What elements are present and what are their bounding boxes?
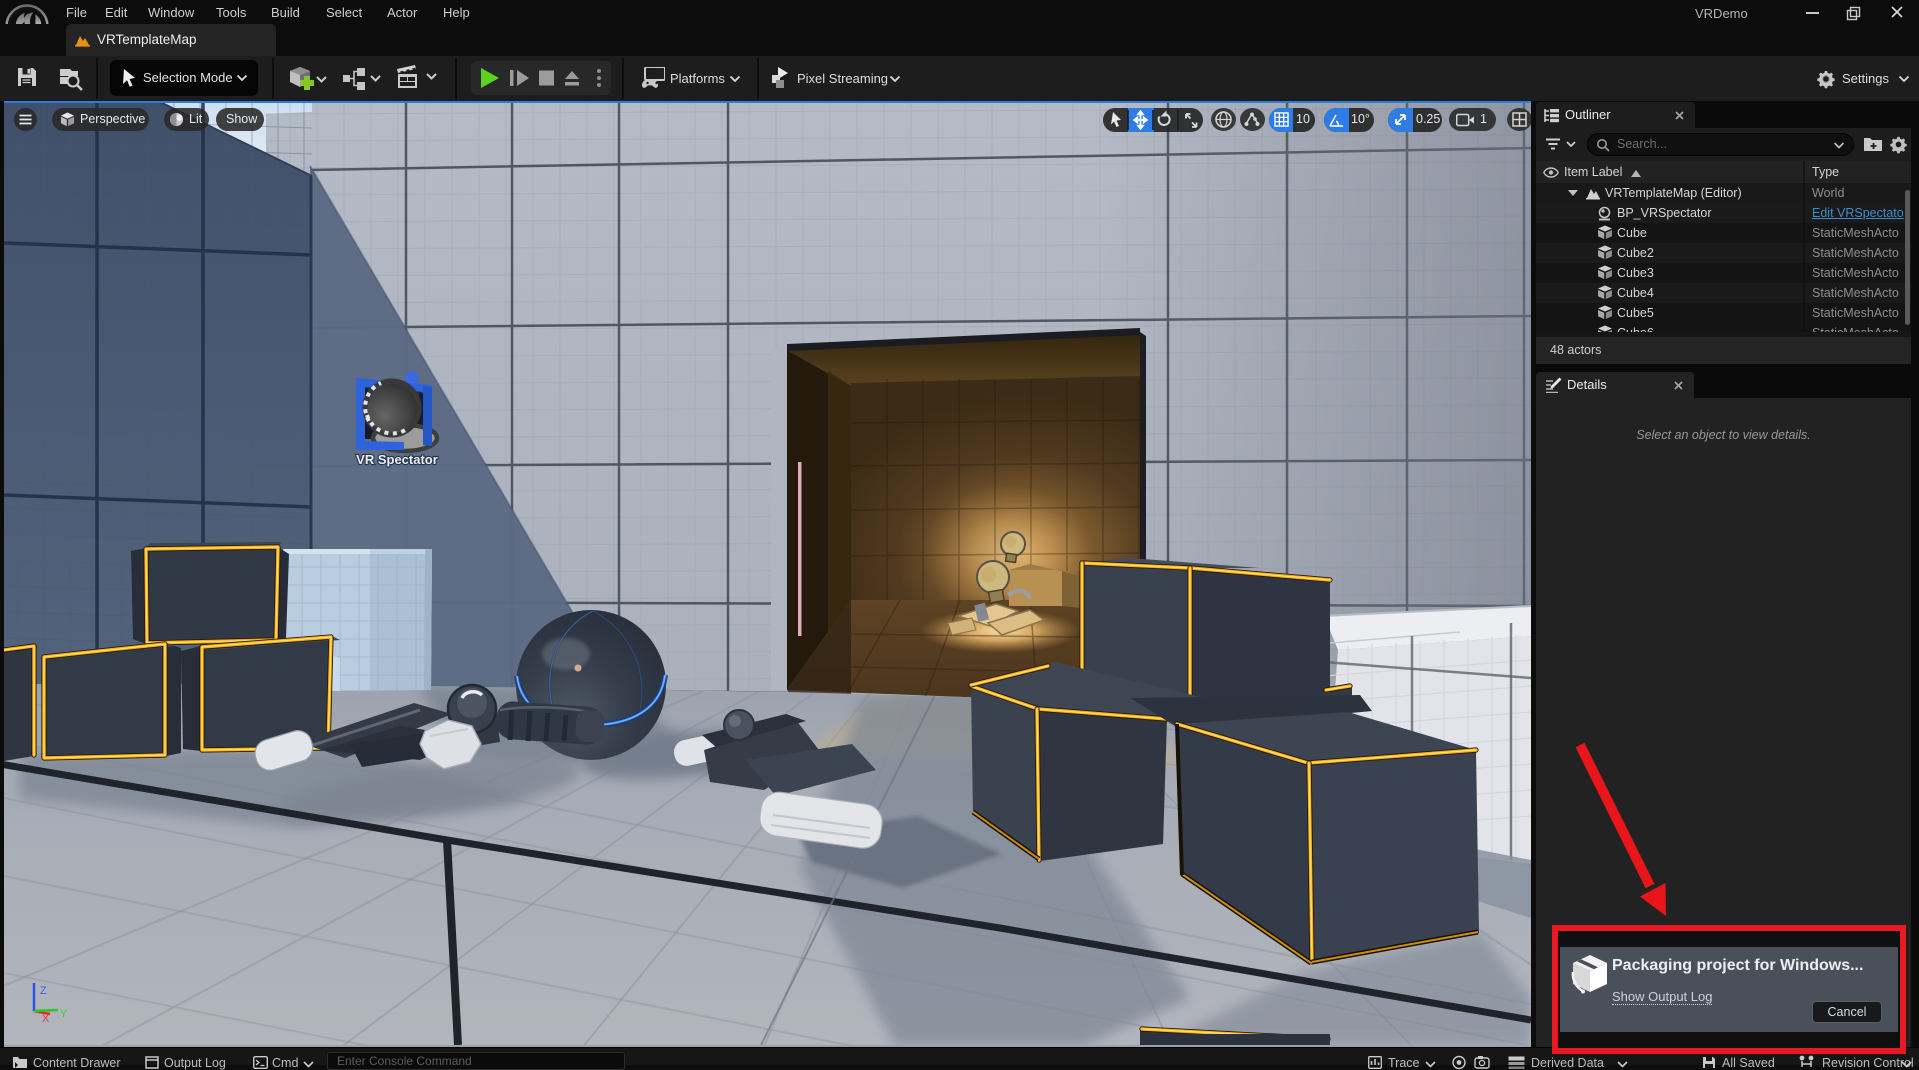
svg-text:VR Spectator: VR Spectator	[356, 452, 438, 467]
svg-text:Y: Y	[60, 1008, 68, 1020]
svg-text:Z: Z	[40, 985, 47, 997]
svg-text:X: X	[42, 1013, 50, 1025]
